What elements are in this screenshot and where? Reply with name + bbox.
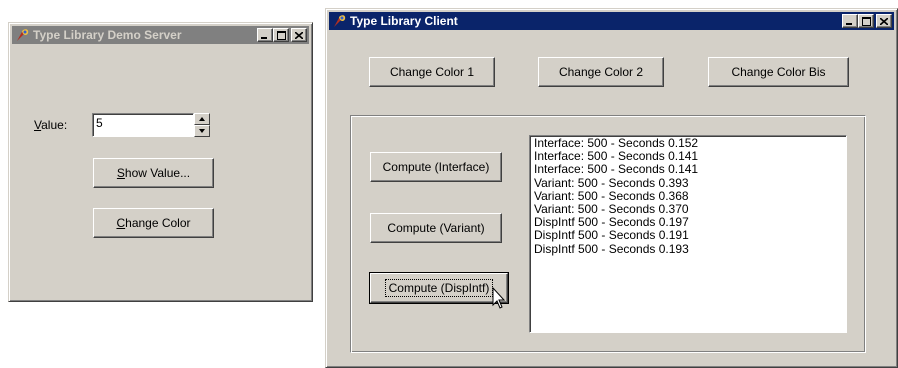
list-item[interactable]: Interface: 500 - Seconds 0.141: [534, 163, 842, 176]
value-input[interactable]: 5: [92, 113, 194, 137]
client-titlebar[interactable]: Type Library Client: [329, 12, 894, 30]
maximize-button[interactable]: [273, 28, 289, 42]
change-color-2-button[interactable]: Change Color 2: [538, 57, 664, 87]
minimize-button[interactable]: [842, 14, 858, 28]
list-item[interactable]: Variant: 500 - Seconds 0.393: [534, 176, 842, 190]
maximize-icon: [861, 16, 871, 26]
value-spinner[interactable]: [194, 113, 210, 137]
value-label: Value:: [34, 118, 68, 132]
client-window: Type Library Client Change Color 1 Chang…: [325, 8, 898, 368]
change-color-bis-button[interactable]: Change Color Bis: [708, 57, 849, 87]
close-button[interactable]: [291, 28, 307, 42]
maximize-icon: [276, 30, 286, 40]
compute-dispintf-button[interactable]: Compute (DispIntf): [369, 272, 509, 304]
change-color-button[interactable]: Change Color: [93, 208, 214, 238]
minimize-button[interactable]: [257, 28, 273, 42]
spin-down-button[interactable]: [194, 125, 210, 137]
maximize-button[interactable]: [858, 14, 874, 28]
results-list: Interface: 500 - Seconds 0.152 Interface:…: [534, 136, 842, 256]
close-button[interactable]: [876, 14, 892, 28]
list-item[interactable]: DispIntf 500 - Seconds 0.193: [534, 242, 842, 256]
compute-interface-button[interactable]: Compute (Interface): [370, 152, 502, 182]
list-item[interactable]: DispIntf 500 - Seconds 0.191: [534, 229, 842, 242]
compute-dispintf-label: Compute (DispIntf): [384, 279, 494, 297]
server-window-title: Type Library Demo Server: [33, 28, 182, 42]
client-caption-buttons: [842, 14, 892, 28]
spin-down-icon: [199, 129, 205, 133]
app-icon: [17, 29, 29, 41]
server-titlebar[interactable]: Type Library Demo Server: [12, 26, 309, 44]
minimize-icon: [846, 22, 852, 25]
app-icon: [334, 15, 346, 27]
server-caption-buttons: [257, 28, 307, 42]
change-color-1-button[interactable]: Change Color 1: [369, 57, 495, 87]
minimize-icon: [261, 36, 267, 39]
spin-up-icon: [199, 117, 205, 121]
server-window: Type Library Demo Server Value: 5 Show V…: [8, 22, 313, 302]
compute-variant-button[interactable]: Compute (Variant): [370, 213, 502, 243]
mouse-pointer-icon: [492, 287, 506, 309]
client-window-title: Type Library Client: [350, 14, 458, 28]
close-icon: [880, 17, 888, 25]
results-listbox[interactable]: Interface: 500 - Seconds 0.152 Interface:…: [529, 135, 847, 333]
show-value-button[interactable]: Show Value...: [93, 158, 214, 188]
spin-up-button[interactable]: [194, 113, 210, 125]
close-icon: [295, 31, 303, 39]
